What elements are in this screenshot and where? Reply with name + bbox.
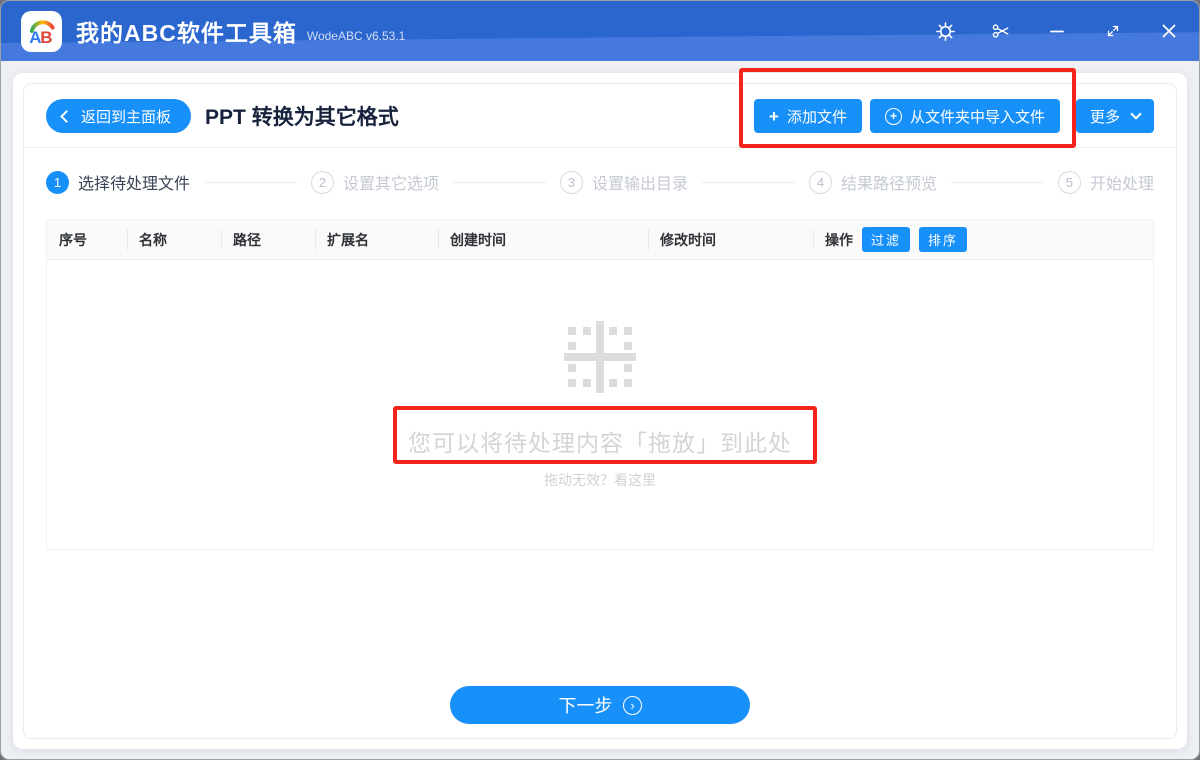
- next-step-button[interactable]: 下一步 ›: [450, 686, 750, 724]
- toolbar: 返回到主面板 PPT 转换为其它格式 + 添加文件 + 从文件夹中导入文件 更多: [24, 84, 1176, 147]
- step-number: 5: [1058, 170, 1081, 194]
- chevron-left-icon: [60, 110, 73, 123]
- step-connector: [951, 181, 1044, 183]
- step-number: 3: [560, 170, 583, 194]
- drop-hint-text: 您可以将待处理内容「拖放」到此处: [408, 429, 792, 456]
- circle-arrow-right-icon: ›: [622, 695, 642, 715]
- step-connector: [204, 181, 297, 183]
- import-from-folder-button[interactable]: + 从文件夹中导入文件: [869, 99, 1060, 133]
- file-table-header: 序号 名称 路径 扩展名 创建时间 修改时间 操作 过滤 排序: [47, 220, 1153, 260]
- step-indicator: 1 选择待处理文件 2 设置其它选项 3 设置输出目录 4 结果路径预览 5 开…: [46, 170, 1154, 194]
- filter-button[interactable]: 过滤: [862, 227, 911, 252]
- file-table: 序号 名称 路径 扩展名 创建时间 修改时间 操作 过滤 排序 您可以将待处理内…: [46, 219, 1154, 550]
- chevron-down-icon: [1130, 108, 1142, 120]
- step-number: 2: [311, 170, 334, 194]
- app-title: 我的ABC软件工具箱: [76, 20, 297, 46]
- more-dropdown-button[interactable]: 更多: [1075, 99, 1154, 133]
- step-1-select-files: 1 选择待处理文件: [46, 170, 190, 194]
- page-title: PPT 转换为其它格式: [205, 106, 399, 129]
- column-created-time: 创建时间: [438, 220, 648, 259]
- step-5-start: 5 开始处理: [1058, 170, 1154, 194]
- step-2-options: 2 设置其它选项: [311, 170, 439, 194]
- step-label: 选择待处理文件: [78, 176, 191, 193]
- column-path: 路径: [221, 220, 315, 259]
- file-drop-zone[interactable]: 您可以将待处理内容「拖放」到此处 拖动无效？看这里: [47, 260, 1153, 549]
- step-number: 1: [46, 170, 69, 194]
- footer: 下一步 ›: [46, 686, 1154, 734]
- plus-icon: +: [769, 106, 779, 126]
- settings-gear-icon[interactable]: [933, 19, 957, 43]
- column-name: 名称: [127, 220, 221, 259]
- page-background: 返回到主面板 PPT 转换为其它格式 + 添加文件 + 从文件夹中导入文件 更多…: [1, 61, 1199, 759]
- step-label: 开始处理: [1090, 176, 1155, 193]
- window-controls: [933, 19, 1181, 43]
- column-modified-time: 修改时间: [648, 220, 813, 259]
- toolbar-actions: + 添加文件 + 从文件夹中导入文件 更多: [754, 99, 1154, 133]
- step-label: 设置输出目录: [592, 176, 689, 193]
- minimize-button[interactable]: [1045, 19, 1069, 43]
- svg-text:B: B: [40, 28, 52, 47]
- step-connector: [453, 181, 546, 183]
- step-connector: [702, 181, 795, 183]
- back-button-label: 返回到主面板: [81, 108, 172, 126]
- column-extension: 扩展名: [315, 220, 438, 259]
- step-label: 设置其它选项: [343, 176, 440, 193]
- column-actions: 操作 过滤 排序: [813, 220, 1153, 259]
- content-card: 返回到主面板 PPT 转换为其它格式 + 添加文件 + 从文件夹中导入文件 更多…: [23, 83, 1177, 739]
- circle-plus-icon: +: [884, 107, 902, 125]
- drop-help-link[interactable]: 拖动无效？看这里: [544, 470, 656, 490]
- dashed-plus-icon: [564, 320, 636, 393]
- step-number: 4: [809, 170, 832, 194]
- step-label: 结果路径预览: [841, 176, 938, 193]
- scissors-icon[interactable]: [989, 19, 1013, 43]
- step-3-output-dir: 3 设置输出目录: [560, 170, 688, 194]
- app-logo-icon: A B: [21, 10, 62, 52]
- close-button[interactable]: [1157, 19, 1181, 43]
- step-4-result-preview: 4 结果路径预览: [809, 170, 937, 194]
- add-files-button[interactable]: + 添加文件: [754, 99, 862, 133]
- app-version: WodeABC v6.53.1: [306, 29, 406, 43]
- column-index: 序号: [59, 231, 87, 248]
- main-content: 1 选择待处理文件 2 设置其它选项 3 设置输出目录 4 结果路径预览 5 开…: [24, 148, 1176, 738]
- main-panel: 返回到主面板 PPT 转换为其它格式 + 添加文件 + 从文件夹中导入文件 更多…: [13, 73, 1187, 749]
- titlebar: A B 我的ABC软件工具箱 WodeABC v6.53.1: [1, 1, 1199, 61]
- back-to-dashboard-button[interactable]: 返回到主面板: [46, 99, 192, 133]
- sort-button[interactable]: 排序: [919, 227, 968, 252]
- app-window: A B 我的ABC软件工具箱 WodeABC v6.53.1 返回到主面板 PP…: [0, 0, 1200, 760]
- maximize-button[interactable]: [1101, 19, 1125, 43]
